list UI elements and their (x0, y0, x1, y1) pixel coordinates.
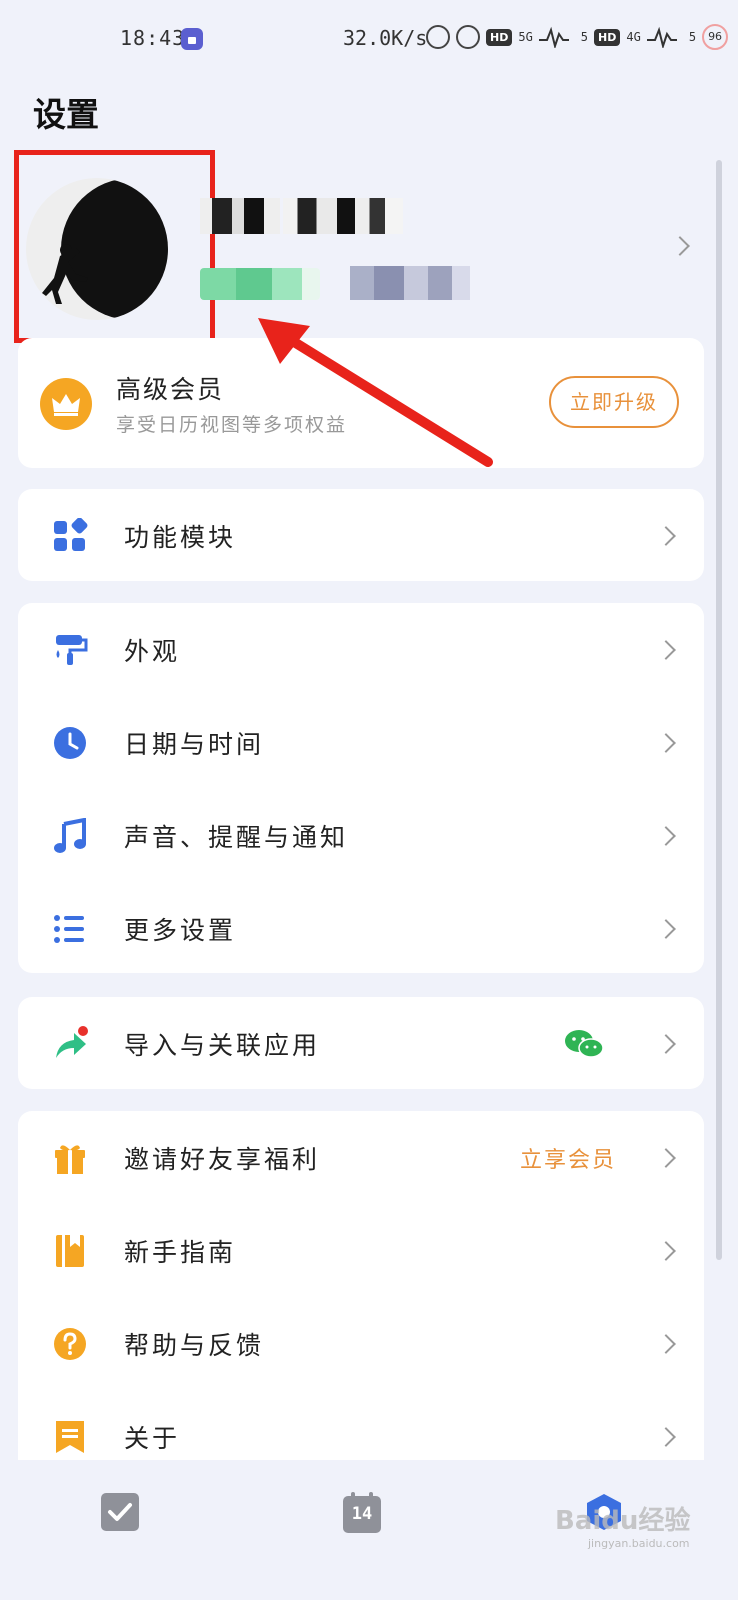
chevron-right-icon (652, 822, 680, 850)
user-id-blurred (350, 266, 470, 300)
paint-roller-icon (56, 634, 88, 665)
settings-item-label: 帮助与反馈 (124, 1330, 265, 1360)
question-icon (54, 1327, 86, 1360)
signal-strength-1: 5 (580, 30, 589, 44)
network-type-1: 5G (518, 30, 533, 44)
settings-item-label: 外观 (124, 636, 181, 666)
share-arrow-icon (56, 1025, 88, 1058)
settings-item-appearance[interactable]: 外观 (18, 603, 704, 696)
status-icons: HD 5G 5 HD 4G 5 96 (426, 24, 729, 50)
scrollbar[interactable] (716, 160, 722, 1260)
settings-item-date-time[interactable]: 日期与时间 (18, 696, 704, 789)
settings-item-import[interactable]: 导入与关联应用 (18, 997, 704, 1090)
settings-item-modules[interactable]: 功能模块 (18, 489, 704, 582)
bookmark-icon (56, 1420, 84, 1453)
annotation-arrow (258, 318, 493, 467)
upgrade-button[interactable]: 立即升级 (549, 376, 679, 428)
chevron-right-icon (652, 1030, 680, 1058)
chevron-right-icon (652, 1237, 680, 1265)
user-tag-blurred (200, 268, 320, 300)
settings-item-label: 导入与关联应用 (124, 1030, 321, 1060)
signal-icon (538, 26, 569, 48)
settings-group-1: 功能模块 (18, 489, 704, 581)
settings-item-label: 邀请好友享福利 (124, 1144, 321, 1174)
settings-item-label: 更多设置 (124, 915, 237, 945)
music-note-icon (54, 817, 86, 853)
signal-strength-2: 5 (688, 30, 697, 44)
settings-item-guide[interactable]: 新手指南 (18, 1204, 704, 1297)
network-type-2: 4G (626, 30, 641, 44)
battery-icon: 96 (702, 24, 729, 50)
settings-item-more[interactable]: 更多设置 (18, 882, 704, 975)
signal-icon-2 (646, 26, 677, 48)
vip-title: 高级会员 (116, 375, 225, 404)
tab-calendar[interactable]: 14 (342, 1492, 382, 1534)
username-blurred-2 (283, 198, 403, 234)
watermark: Baidu经验 (555, 1506, 691, 1536)
status-time: 18:43 (120, 26, 186, 50)
tab-tasks-checkbox-icon[interactable] (100, 1492, 140, 1532)
settings-group-3: 导入与关联应用 (18, 997, 704, 1089)
profile-chevron-icon[interactable] (666, 232, 694, 260)
chevron-right-icon (652, 1144, 680, 1172)
chevron-right-icon (652, 729, 680, 757)
settings-item-sound[interactable]: 声音、提醒与通知 (18, 789, 704, 882)
wechat-icon (565, 1029, 604, 1058)
gift-icon (55, 1144, 85, 1174)
invite-reward-text: 立享会员 (519, 1147, 616, 1173)
grid-icon (54, 517, 88, 551)
bluetooth-icon (426, 25, 450, 49)
settings-group-4: 邀请好友享福利 立享会员 新手指南 帮助与反馈 关于 (18, 1111, 704, 1471)
settings-item-label: 功能模块 (124, 522, 237, 552)
settings-item-invite[interactable]: 邀请好友享福利 立享会员 (18, 1111, 704, 1204)
lock-icon (181, 28, 203, 50)
clock-icon (54, 726, 86, 759)
network-speed: 32.0K/s (343, 26, 428, 50)
alarm-icon (456, 25, 480, 49)
settings-item-label: 日期与时间 (124, 729, 265, 759)
settings-item-label: 新手指南 (124, 1237, 237, 1267)
page-title: 设置 (33, 95, 99, 134)
settings-item-help[interactable]: 帮助与反馈 (18, 1297, 704, 1390)
chevron-right-icon (652, 636, 680, 664)
annotation-highlight-box (14, 150, 215, 343)
chevron-right-icon (652, 1423, 680, 1451)
book-icon (56, 1234, 84, 1267)
calendar-day-number: 14 (351, 1504, 373, 1524)
watermark-sub: jingyan.baidu.com (588, 1537, 690, 1550)
settings-item-label: 关于 (124, 1423, 181, 1453)
hd-badge-2: HD (594, 28, 621, 46)
crown-icon (40, 378, 92, 430)
hd-badge: HD (486, 28, 513, 46)
settings-group-2: 外观 日期与时间 声音、提醒与通知 更多设置 (18, 603, 704, 973)
chevron-right-icon (652, 915, 680, 943)
status-bar: 18:43 32.0K/s HD 5G 5 HD 4G 5 96 (0, 0, 738, 80)
settings-item-label: 声音、提醒与通知 (124, 822, 349, 852)
chevron-right-icon (652, 1330, 680, 1358)
chevron-right-icon (652, 522, 680, 550)
list-settings-icon (54, 914, 84, 943)
username-blurred (200, 198, 280, 234)
